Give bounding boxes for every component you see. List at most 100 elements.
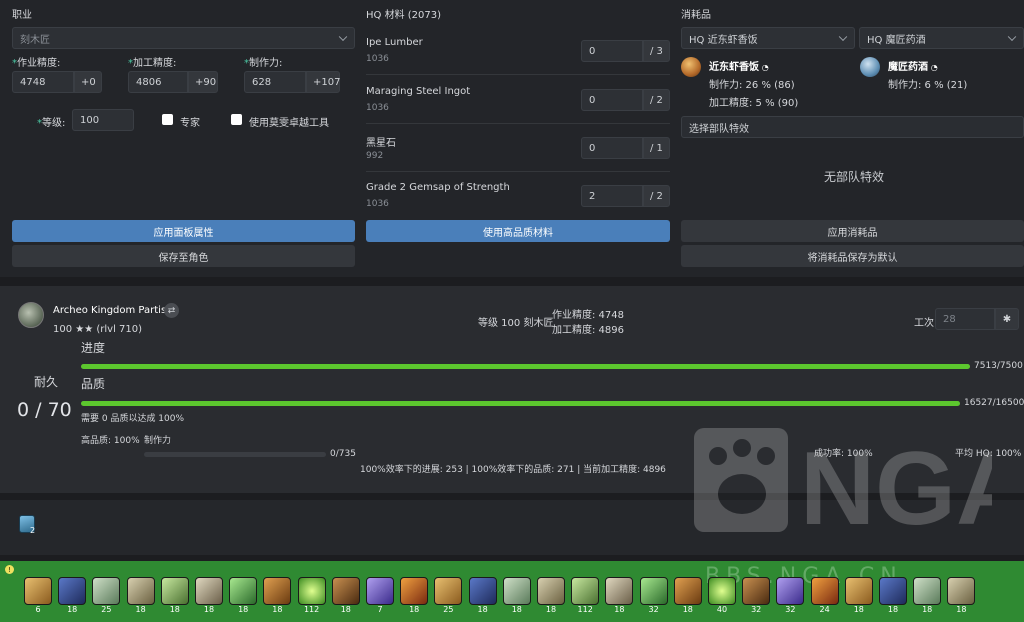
skill-count: 18: [238, 605, 249, 614]
sim-craftsmanship: 作业精度: 4748: [552, 310, 624, 321]
hq-item-max: / 2: [643, 89, 670, 111]
skill-button[interactable]: [297, 577, 326, 605]
skill-count: 112: [577, 605, 593, 614]
specialist-checkbox[interactable]: [162, 114, 173, 125]
craftsmanship-label: *作业精度:: [12, 58, 61, 69]
action-hotbar: ! BBS.NGA.CN 6 18 25 18 18 18 18 18 112 18 7 18 25 18…: [0, 561, 1024, 622]
nga-watermark: NGA: [694, 428, 992, 538]
info-icon[interactable]: !: [5, 565, 14, 574]
hq-item-count-input[interactable]: 0: [581, 89, 643, 111]
control-input[interactable]: 4806: [128, 71, 188, 93]
control-label: *加工精度:: [128, 58, 177, 69]
skill-button[interactable]: [195, 577, 223, 605]
skill-button[interactable]: [947, 577, 976, 605]
skill-button[interactable]: [502, 577, 531, 605]
skill-button[interactable]: [263, 577, 292, 605]
hq-item-count-input[interactable]: 0: [581, 40, 643, 62]
item-name: Archeo Kingdom Partisan: [53, 305, 179, 316]
food-effect-control: 加工精度: 5 % (90): [709, 98, 799, 109]
level-input[interactable]: 100: [72, 109, 134, 131]
skill-button[interactable]: [434, 577, 463, 605]
item-level: 100 ★★ (rlvl 710): [53, 324, 143, 335]
skill-count: 18: [614, 605, 625, 614]
hq-divider: [366, 74, 670, 75]
job-select[interactable]: 刻木匠: [12, 27, 355, 49]
skill-count: 24: [819, 605, 830, 614]
efficiency-line: 100%效率下的进展: 253 | 100%效率下的品质: 271 | 当前加工…: [360, 465, 666, 475]
bug-icon: ✱: [1002, 313, 1012, 325]
skill-button[interactable]: [126, 577, 155, 605]
skill-button[interactable]: [160, 577, 189, 605]
cp-input[interactable]: 628: [244, 71, 306, 93]
durability-label: 耐久: [34, 375, 59, 389]
craftsmanship-input[interactable]: 4748: [12, 71, 74, 93]
quality-value: 16527/16500: [964, 398, 1024, 408]
skill-button[interactable]: [605, 577, 634, 605]
skill-button[interactable]: [537, 577, 565, 605]
hq-percent: 高品质: 100%: [81, 436, 140, 446]
progress-bar-fill: [81, 364, 970, 369]
save-consumables-default-button[interactable]: 将消耗品保存为默认: [681, 245, 1024, 267]
skill-count: 18: [169, 605, 180, 614]
tool-checkbox[interactable]: [231, 114, 242, 125]
skill-button[interactable]: [366, 577, 394, 605]
cp-label: *制作力:: [244, 58, 283, 69]
skill-button[interactable]: [810, 577, 839, 605]
skill-button[interactable]: [708, 577, 736, 605]
skill-count: 18: [340, 605, 351, 614]
skill-button[interactable]: [913, 577, 942, 605]
chevron-down-icon: [1007, 32, 1017, 42]
skill-count: 25: [101, 605, 112, 614]
consumables-heading: 消耗品: [681, 10, 711, 21]
use-hq-materials-button[interactable]: 使用高品质材料: [366, 220, 670, 242]
hq-item-count-input[interactable]: 2: [581, 185, 643, 207]
hq-item-count-input[interactable]: 0: [581, 137, 643, 159]
skill-button[interactable]: [24, 577, 52, 605]
medicine-icon: [860, 57, 880, 77]
quality-bar-fill: [81, 401, 960, 406]
medicine-select[interactable]: HQ 魔匠药酒: [859, 27, 1024, 49]
skill-count: 112: [303, 605, 320, 614]
job-panel: 职业 刻木匠 *作业精度: 4748 +0 *加工精度: 4806 +90 *制…: [0, 0, 362, 277]
skill-button[interactable]: [331, 577, 360, 605]
skill-button[interactable]: [571, 577, 600, 605]
skill-button[interactable]: [58, 577, 87, 605]
apply-stats-button[interactable]: 应用面板属性: [12, 220, 355, 242]
bug-button[interactable]: ✱: [995, 308, 1019, 330]
buff-stack-count: 2: [30, 526, 36, 535]
skill-count: 18: [853, 605, 864, 614]
food-name: 近东虾香饭 ◔: [709, 62, 769, 73]
watermark-text: NGA: [800, 431, 992, 538]
durability-value: 0 / 70: [17, 399, 72, 421]
skill-button[interactable]: [776, 577, 805, 605]
skill-count: 18: [956, 605, 967, 614]
cp-bar-label: 制作力: [144, 436, 172, 446]
skill-button[interactable]: [400, 577, 429, 605]
apply-consumables-button[interactable]: 应用消耗品: [681, 220, 1024, 242]
skill-button[interactable]: [742, 577, 771, 605]
sim-control: 加工精度: 4896: [552, 325, 624, 336]
skill-button[interactable]: [879, 577, 907, 605]
hq-item-max: / 3: [643, 40, 670, 62]
hq-divider: [366, 171, 670, 172]
job-heading: 职业: [12, 10, 32, 21]
skill-count: 32: [751, 605, 762, 614]
medicine-name: 魔匠药酒 ◔: [888, 62, 938, 73]
step-input[interactable]: 28: [935, 308, 995, 330]
skill-button[interactable]: [468, 577, 497, 605]
food-select[interactable]: HQ 近东虾香饭: [681, 27, 855, 49]
skill-count: 18: [511, 605, 522, 614]
skill-count: 18: [545, 605, 557, 614]
job-select-value: 刻木匠: [20, 34, 50, 46]
skill-button[interactable]: [673, 577, 702, 605]
swap-icon[interactable]: ⇄: [164, 303, 179, 318]
skill-button[interactable]: [844, 577, 873, 605]
skill-button[interactable]: [92, 577, 121, 605]
skill-count: 18: [203, 605, 215, 614]
save-to-character-button[interactable]: 保存至角色: [12, 245, 355, 267]
skill-button[interactable]: [639, 577, 668, 605]
skill-button[interactable]: [229, 577, 258, 605]
fc-action-select[interactable]: 选择部队特效: [681, 116, 1024, 138]
skill-count: 18: [135, 605, 146, 614]
control-bonus: +90: [188, 71, 218, 93]
